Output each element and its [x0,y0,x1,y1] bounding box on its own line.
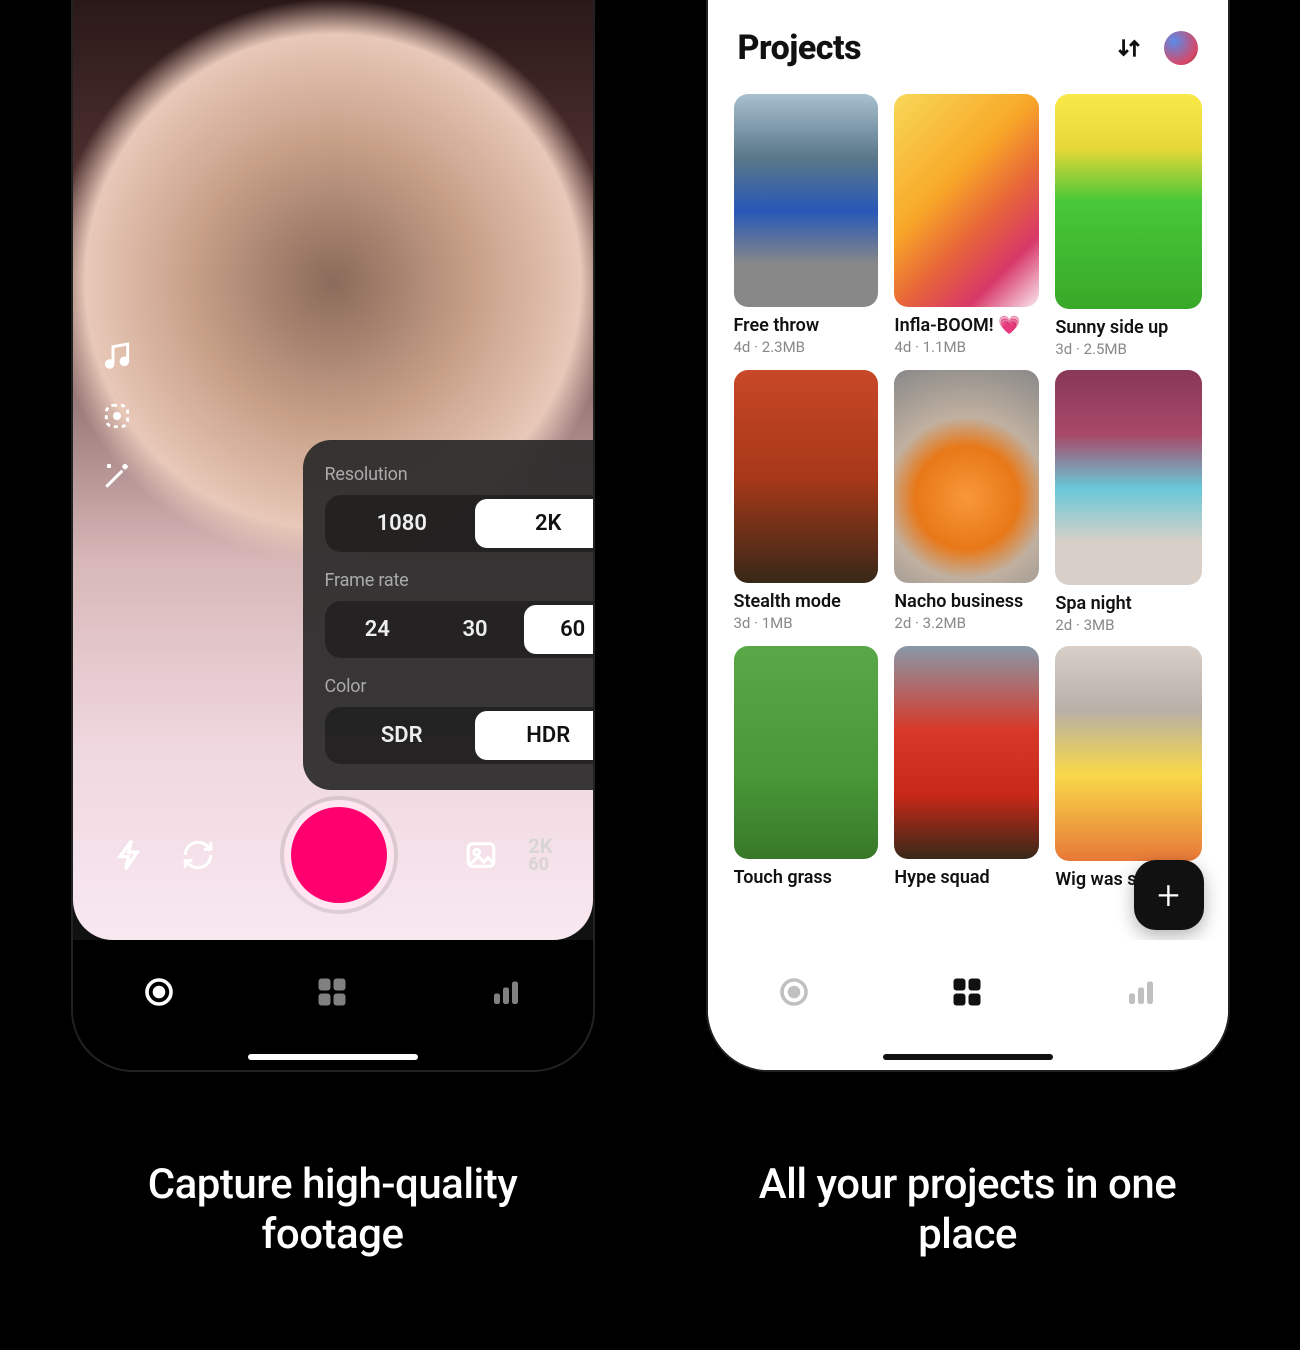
project-title: Touch grass [734,867,879,888]
page-title: Projects [738,28,862,68]
project-title: Infla-BOOM! 💗 [894,315,1039,336]
nav-record-icon[interactable] [776,974,812,1010]
project-thumbnail [894,370,1039,583]
project-card[interactable]: Wig was snatched [1055,646,1201,890]
resolution-option-1080[interactable]: 1080 [329,499,476,548]
project-title: Spa night [1055,593,1201,614]
nav-bar [73,940,593,1070]
project-thumbnail [1055,646,1201,861]
project-card[interactable]: Stealth mode 3d · 1MB [734,370,879,634]
nav-record-icon[interactable] [141,974,177,1010]
phone-camera: Resolution 1080 2K Frame rate 24 30 60 C… [73,0,593,1070]
quality-badge-bottom: 60 [528,856,552,874]
project-thumbnail [1055,94,1201,309]
home-indicator [248,1054,418,1060]
camera-bottom-bar: 2K 60 [73,800,593,910]
quality-badge-top: 2K [528,836,552,856]
caption-left: Capture high-quality footage [73,1160,593,1261]
framerate-option-60[interactable]: 60 [524,605,593,654]
nav-projects-icon[interactable] [949,974,985,1010]
project-card[interactable]: Infla-BOOM! 💗 4d · 1.1MB [894,94,1039,358]
project-title: Nacho business [894,591,1039,612]
project-title: Free throw [734,315,879,336]
plus-icon: + [1157,872,1180,919]
project-card[interactable]: Sunny side up 3d · 2.5MB [1055,94,1201,358]
framerate-label: Frame rate [325,570,593,591]
framerate-option-30[interactable]: 30 [426,605,524,654]
resolution-option-2k[interactable]: 2K [475,499,593,548]
project-meta: 4d · 2.3MB [734,338,879,356]
project-card[interactable]: Nacho business 2d · 3.2MB [894,370,1039,634]
project-thumbnail [734,646,879,859]
phone-projects: Projects Free throw 4d · 2.3MB Infla-BOO… [708,0,1228,1070]
project-card[interactable]: Spa night 2d · 3MB [1055,370,1201,634]
camera-side-tools [101,340,133,492]
project-thumbnail [1055,370,1201,585]
project-card[interactable]: Touch grass [734,646,879,890]
project-thumbnail [894,646,1039,859]
camera-settings-panel: Resolution 1080 2K Frame rate 24 30 60 C… [303,440,593,790]
nav-stats-icon[interactable] [488,974,524,1010]
music-icon[interactable] [101,340,133,372]
project-title: Stealth mode [734,591,879,612]
projects-header: Projects [708,0,1228,78]
flip-camera-icon[interactable] [181,838,215,872]
color-label: Color [325,676,593,697]
flash-icon[interactable] [113,838,147,872]
framerate-option-24[interactable]: 24 [329,605,427,654]
project-card[interactable]: Hype squad [894,646,1039,890]
project-meta: 2d · 3.2MB [894,614,1039,632]
home-indicator [883,1054,1053,1060]
color-option-hdr[interactable]: HDR [475,711,593,760]
project-thumbnail [894,94,1039,307]
project-title: Sunny side up [1055,317,1201,338]
project-card[interactable]: Free throw 4d · 2.3MB [734,94,879,358]
nav-projects-icon[interactable] [314,974,350,1010]
project-title: Hype squad [894,867,1039,888]
face-tracking-icon[interactable] [101,400,133,432]
caption-right: All your projects in one place [708,1160,1228,1261]
project-meta: 2d · 3MB [1055,616,1201,634]
project-meta: 3d · 1MB [734,614,879,632]
project-meta: 4d · 1.1MB [894,338,1039,356]
framerate-selector: 24 30 60 [325,601,593,658]
resolution-label: Resolution [325,464,593,485]
quality-badge[interactable]: 2K 60 [528,836,552,874]
projects-grid: Free throw 4d · 2.3MB Infla-BOOM! 💗 4d ·… [708,78,1228,898]
nav-stats-icon[interactable] [1123,974,1159,1010]
sort-icon[interactable] [1116,35,1142,61]
color-selector: SDR HDR [325,707,593,764]
nav-bar [708,940,1228,1070]
color-option-sdr[interactable]: SDR [329,711,476,760]
resolution-selector: 1080 2K [325,495,593,552]
project-meta: 3d · 2.5MB [1055,340,1201,358]
new-project-button[interactable]: + [1134,860,1204,930]
magic-wand-icon[interactable] [101,460,133,492]
avatar[interactable] [1164,31,1198,65]
project-thumbnail [734,94,879,307]
project-thumbnail [734,370,879,583]
record-button[interactable] [284,800,394,910]
gallery-icon[interactable] [464,838,498,872]
